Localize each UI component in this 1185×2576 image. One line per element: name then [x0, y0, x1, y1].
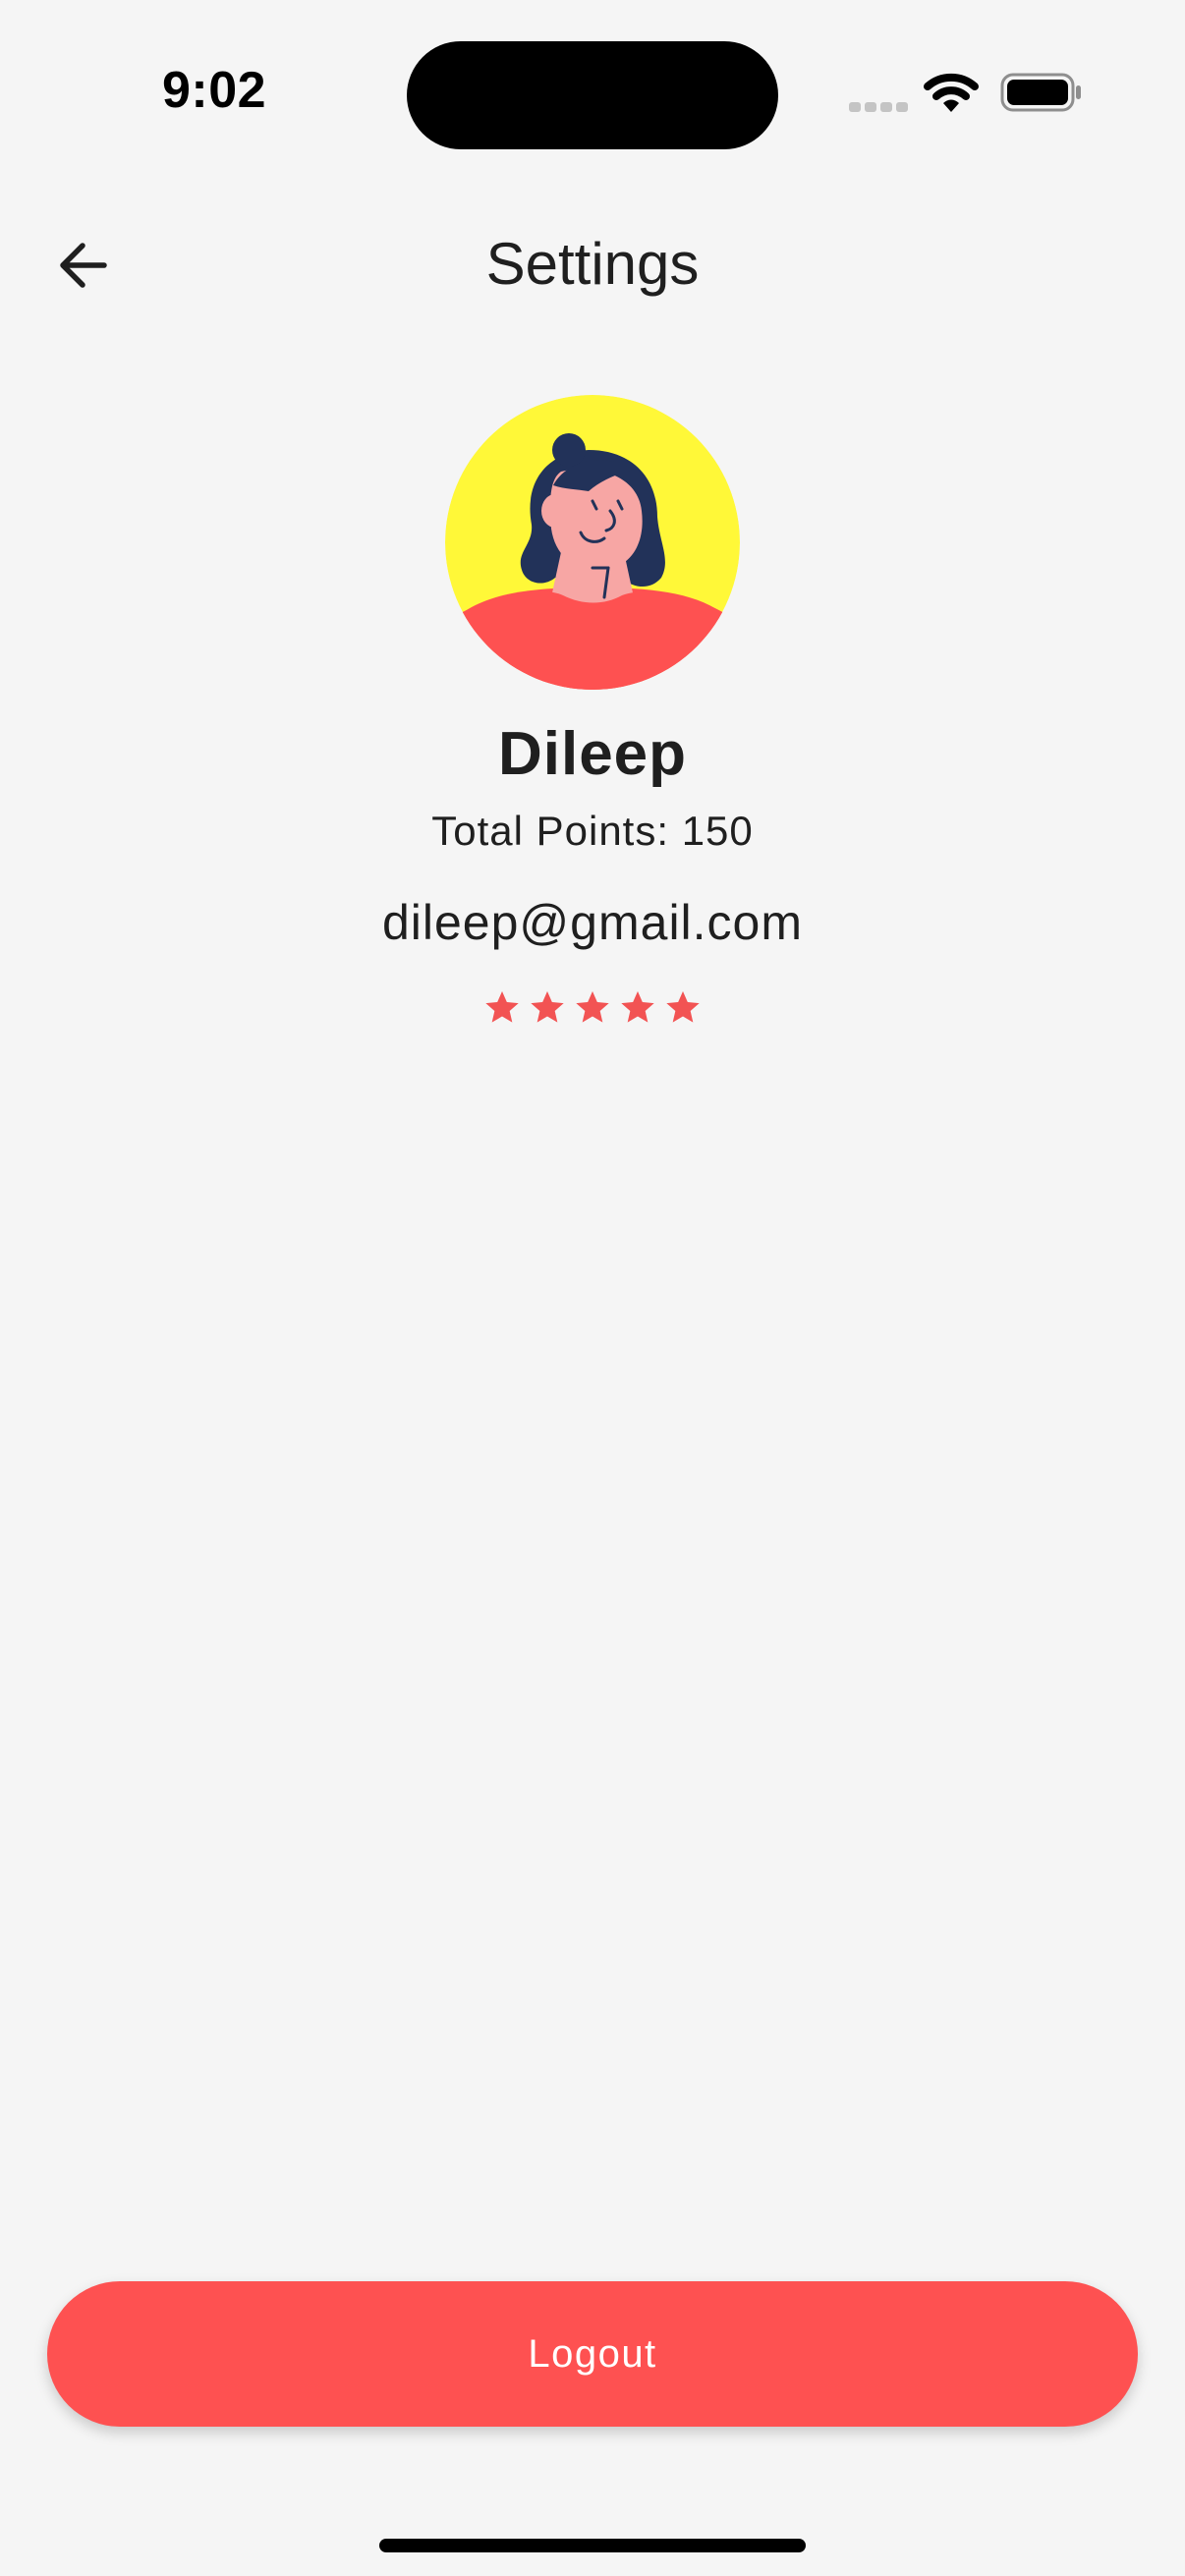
star-icon — [621, 991, 654, 1023]
home-indicator[interactable] — [379, 2539, 806, 2552]
logout-button[interactable]: Logout — [47, 2281, 1138, 2427]
battery-icon — [1000, 73, 1081, 112]
app-bar: Settings — [0, 216, 1185, 314]
user-email: dileep@gmail.com — [381, 895, 804, 950]
status-bar: 9:02 — [0, 0, 1185, 157]
total-points: Total Points: 150 — [431, 808, 754, 854]
star-icon — [485, 991, 519, 1023]
dynamic-island — [407, 41, 778, 149]
wifi-icon — [924, 73, 979, 112]
avatar — [445, 395, 740, 690]
avatar-illustration — [445, 395, 740, 690]
status-time: 9:02 — [162, 62, 267, 119]
star-icon — [576, 991, 609, 1023]
page-title: Settings — [485, 231, 700, 297]
star-icon — [531, 991, 564, 1023]
user-name: Dileep — [497, 720, 688, 788]
cellular-signal-icon — [849, 102, 908, 112]
rating-stars — [0, 988, 1185, 1028]
star-icon — [666, 991, 700, 1023]
